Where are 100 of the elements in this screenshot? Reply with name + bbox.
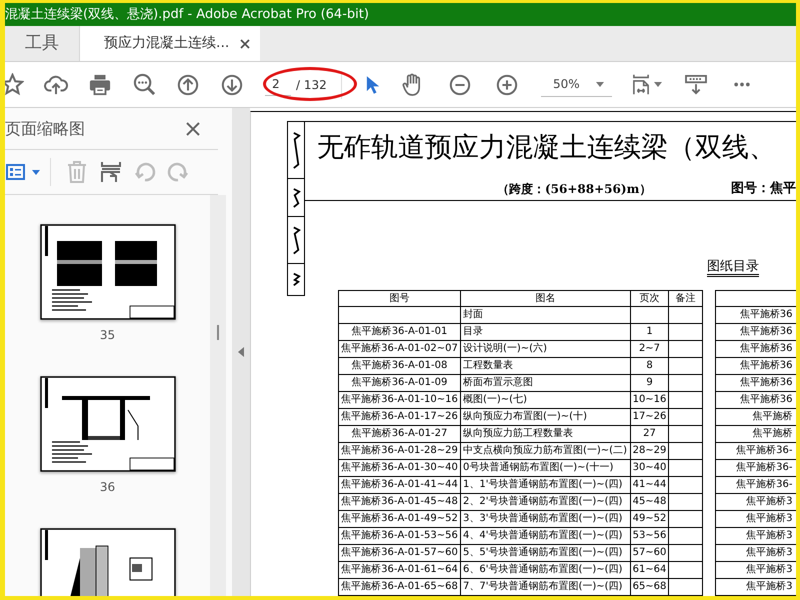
table-cell: 焦平施桥36-: [736, 479, 792, 490]
arrow-up-icon[interactable]: [177, 74, 199, 96]
page-count: / 132: [296, 76, 327, 94]
table-cell: 焦平施桥36-A-01-65~68: [341, 581, 458, 592]
table-cell: 焦平施桥36-A-01-41~44: [341, 479, 458, 490]
star-icon[interactable]: [5, 73, 24, 96]
page-insert-icon[interactable]: [101, 161, 121, 183]
table-cell: 设计说明(一)~(六): [463, 343, 547, 354]
table-cell: 65~68: [632, 581, 666, 592]
table-cell: 45~48: [632, 496, 666, 507]
table-cell: 焦平施桥36: [740, 309, 792, 320]
table-cell: 3、3'号块普通钢筋布置图(一)~(四): [463, 513, 622, 524]
caret-icon[interactable]: [32, 170, 40, 174]
page-label: 36: [100, 479, 116, 496]
column-header: 页次: [630, 290, 668, 306]
close-icon[interactable]: [186, 122, 200, 136]
hand-icon[interactable]: [402, 73, 422, 96]
table-cell: 焦平施桥36-A-01-57~60: [341, 547, 458, 558]
triangle-icon[interactable]: [238, 347, 244, 357]
table-cell: 28~29: [632, 445, 666, 456]
caret-icon[interactable]: [654, 82, 662, 87]
signature-drawing: [292, 224, 300, 256]
page-label: 35: [100, 327, 116, 344]
table-cell: 焦平施桥36: [740, 377, 792, 388]
table-cell: 27: [643, 428, 656, 439]
table-cell: 桥面布置示意图: [463, 377, 533, 388]
table-cell: 焦平施桥3: [746, 513, 792, 524]
table-cell: 17~26: [632, 411, 666, 422]
table-cell: 57~60: [632, 547, 666, 558]
window-title: 混凝土连续梁(双线、悬浇).pdf - Adobe Acrobat Pro (64-bit): [5, 6, 369, 24]
scrollbar[interactable]: [210, 195, 226, 596]
table-cell: 工程数量表: [463, 360, 513, 371]
page-number-field[interactable]: 2: [265, 73, 291, 96]
table-cell: 焦平施桥: [752, 411, 792, 422]
page-thumbnail[interactable]: [40, 376, 176, 472]
table-cell: 1、1'号块普通钢筋布置图(一)~(四): [463, 479, 622, 490]
table-cell: 纵向预应力筋工程数量表: [463, 428, 573, 439]
print-icon[interactable]: [89, 74, 111, 96]
scrollbar-thumb[interactable]: [217, 325, 219, 340]
table-cell: 焦平施桥36-A-01-30~40: [341, 462, 458, 473]
table-cell: 10~16: [632, 394, 666, 405]
table-cell: 焦平施桥36: [740, 326, 792, 337]
table-cell: 61~64: [632, 564, 666, 575]
page-thumbnail[interactable]: [40, 224, 176, 320]
table-cell: 7、7'号块普通钢筋布置图(一)~(四): [463, 581, 622, 592]
table-cell: 焦平施桥36: [740, 394, 792, 405]
table-cell: 41~44: [632, 479, 666, 490]
document-title: 无砟轨道预应力混凝土连续梁（双线、: [317, 131, 777, 165]
zoom-out-icon[interactable]: [449, 74, 471, 96]
search-icon[interactable]: [132, 73, 156, 96]
arrow-down-icon[interactable]: [221, 74, 243, 96]
table-cell: 30~40: [632, 462, 666, 473]
column-header: 备注: [668, 290, 702, 306]
table-cell: 2、2'号块普通钢筋布置图(一)~(四): [463, 496, 622, 507]
table-cell: 焦平施桥36-A-01-01: [352, 326, 448, 337]
table-cell: 纵向预应力布置图(一)~(十): [463, 411, 587, 422]
signature-drawing: [292, 271, 300, 288]
column-header: 图号: [338, 290, 460, 306]
table-cell: 焦平施桥36-A-01-61~64: [341, 564, 458, 575]
table-cell: 0号块普通钢筋布置图(一)~(十一): [463, 462, 614, 473]
zoom-in-icon[interactable]: [496, 74, 518, 96]
zoom-field[interactable]: 50%: [541, 72, 612, 96]
table-cell: 焦平施桥36-A-01-27: [352, 428, 448, 439]
table-cell: 焦平施桥36-A-01-08: [352, 360, 448, 371]
table-cell: 焦平施桥: [752, 428, 792, 439]
table-cell: 1: [646, 326, 653, 337]
scroll-mode-icon[interactable]: [685, 74, 707, 94]
pointer-icon[interactable]: [366, 74, 380, 94]
table-cell: 焦平施桥36-A-01-17~26: [341, 411, 458, 422]
caret-icon[interactable]: [596, 82, 604, 86]
table-cell: 焦平施桥3: [746, 547, 792, 558]
page-thumbnail[interactable]: [40, 528, 176, 596]
table-cell: 封面: [463, 309, 483, 320]
table-cell: 概图(一)~(七): [463, 394, 527, 405]
more-icon[interactable]: [733, 82, 751, 87]
options-icon[interactable]: [6, 164, 25, 180]
list-title: 图纸目录: [707, 259, 759, 277]
fit-page-icon[interactable]: [633, 73, 649, 96]
table-cell: 焦平施桥36-A-01-28~29: [341, 445, 458, 456]
table-cell: 53~56: [632, 530, 666, 541]
cloud-upload-icon[interactable]: [44, 74, 68, 96]
table-cell: 焦平施桥36: [740, 343, 792, 354]
document-subtitle: （跨度：(56+88+56)m）: [497, 180, 652, 198]
close-icon[interactable]: [240, 38, 250, 48]
table-cell: 焦平施桥36-A-01-02~07: [341, 343, 458, 354]
table-cell: 焦平施桥3: [746, 496, 792, 507]
table-cell: 9: [646, 377, 653, 388]
table-cell: 焦平施桥36: [740, 360, 792, 371]
table-cell: 4、4'号块普通钢筋布置图(一)~(四): [463, 530, 622, 541]
table-cell: 焦平施桥36-A-01-49~52: [341, 513, 458, 524]
tab[interactable]: 预应力混凝土连续...: [80, 26, 260, 61]
panel-title: 页面缩略图: [5, 118, 85, 140]
table-cell: 焦平施桥36-: [736, 445, 792, 456]
table-cell: 目录: [463, 326, 483, 337]
table-cell: 焦平施桥36-A-01-45~48: [341, 496, 458, 507]
table-cell: 焦平施桥3: [746, 564, 792, 575]
table-cell: 焦平施桥3: [746, 530, 792, 541]
table-cell: 焦平施桥36-A-01-09: [352, 377, 448, 388]
table-cell: 焦平施桥3: [746, 581, 792, 592]
table-cell: 49~52: [632, 513, 666, 524]
